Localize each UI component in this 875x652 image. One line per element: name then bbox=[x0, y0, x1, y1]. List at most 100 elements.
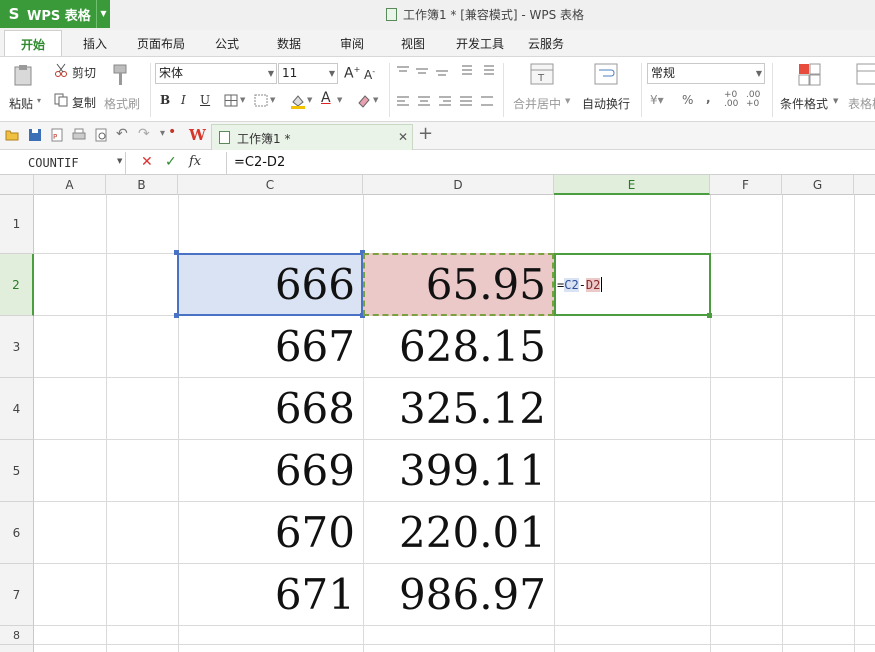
row-header-5[interactable]: 5 bbox=[0, 440, 34, 502]
cell-d2[interactable]: 65.95 bbox=[363, 254, 554, 316]
format-painter-button[interactable]: 格式刷 bbox=[104, 95, 140, 112]
row-header-3[interactable]: 3 bbox=[0, 316, 34, 378]
cell-d6[interactable]: 220.01 bbox=[363, 502, 554, 564]
increase-font-icon[interactable]: A+ bbox=[344, 65, 360, 82]
column-header-d[interactable]: D bbox=[363, 175, 554, 195]
select-all-corner[interactable] bbox=[0, 175, 34, 195]
formula-input[interactable]: =C2-D2 bbox=[226, 152, 875, 174]
paste-icon[interactable] bbox=[12, 63, 34, 87]
increase-decimal-icon[interactable]: +0.00 bbox=[724, 91, 738, 109]
paste-button[interactable]: 粘贴 bbox=[9, 95, 33, 112]
column-header-b[interactable]: B bbox=[106, 175, 178, 195]
font-name-select[interactable]: 宋体 ▼ bbox=[155, 63, 277, 84]
fill-handle[interactable] bbox=[707, 313, 712, 318]
row-header-7[interactable]: 7 bbox=[0, 564, 34, 626]
number-format-select[interactable]: 常规 ▼ bbox=[647, 63, 765, 84]
copy-button[interactable]: 复制 bbox=[72, 94, 96, 111]
decrease-decimal-icon[interactable]: .00 +0 bbox=[746, 91, 760, 109]
column-header-e[interactable]: E bbox=[554, 175, 710, 195]
wrap-text-icon[interactable] bbox=[594, 63, 618, 85]
new-tab-icon[interactable]: + bbox=[418, 123, 433, 144]
tab-page-layout[interactable]: 页面布局 bbox=[130, 30, 192, 56]
redo-icon[interactable]: ↷ bbox=[138, 126, 150, 142]
column-header-f[interactable]: F bbox=[710, 175, 782, 195]
italic-icon[interactable]: I bbox=[181, 93, 186, 107]
scissors-icon[interactable] bbox=[54, 63, 68, 77]
tab-review[interactable]: 审阅 bbox=[330, 30, 374, 56]
row-header-1[interactable]: 1 bbox=[0, 195, 34, 254]
table-style-icon[interactable] bbox=[856, 63, 875, 87]
chevron-down-icon[interactable]: ▼ bbox=[96, 0, 110, 28]
table-style-button[interactable]: 表格样 bbox=[848, 95, 875, 112]
decrease-font-icon[interactable]: A- bbox=[364, 67, 375, 82]
name-box[interactable]: COUNTIF bbox=[0, 152, 126, 174]
tab-developer[interactable]: 开发工具 bbox=[449, 30, 511, 56]
print-preview-icon[interactable] bbox=[94, 128, 108, 142]
chevron-down-icon[interactable]: ▼ bbox=[270, 96, 275, 104]
percent-icon[interactable]: % bbox=[682, 93, 693, 107]
row-header-2[interactable]: 2 bbox=[0, 254, 34, 316]
merge-center-button[interactable]: 合并居中 bbox=[513, 95, 561, 112]
currency-format-icon[interactable]: ¥▾ bbox=[650, 93, 664, 107]
row-header-8[interactable]: 8 bbox=[0, 626, 34, 645]
chevron-down-icon[interactable]: ▼ bbox=[307, 96, 312, 104]
chevron-down-icon[interactable]: ▼ bbox=[373, 96, 378, 104]
row-header-6[interactable]: 6 bbox=[0, 502, 34, 564]
row-header-4[interactable]: 4 bbox=[0, 378, 34, 440]
marker-icon[interactable]: • bbox=[168, 124, 176, 140]
undo-icon[interactable]: ↶ bbox=[116, 126, 128, 142]
cell-c3[interactable]: 667 bbox=[178, 316, 363, 378]
font-color-icon[interactable]: A bbox=[321, 90, 331, 106]
app-menu-button[interactable]: S WPS 表格 ▼ bbox=[0, 0, 110, 28]
confirm-icon[interactable]: ✓ bbox=[165, 154, 177, 170]
thousands-separator-icon[interactable]: , bbox=[706, 91, 711, 105]
tab-home[interactable]: 开始 bbox=[4, 30, 62, 56]
font-size-select[interactable]: 11 ▼ bbox=[278, 63, 338, 84]
merge-borders-icon[interactable] bbox=[254, 94, 268, 107]
print-icon[interactable] bbox=[72, 128, 86, 142]
cell-d3[interactable]: 628.15 bbox=[363, 316, 554, 378]
document-tab[interactable]: 工作簿1 * ✕ bbox=[211, 124, 413, 150]
close-icon[interactable]: ✕ bbox=[398, 130, 408, 144]
export-pdf-icon[interactable]: P bbox=[50, 128, 64, 142]
insert-function-button[interactable]: fx bbox=[189, 154, 201, 169]
copy-icon[interactable] bbox=[54, 93, 68, 107]
cell-c6[interactable]: 670 bbox=[178, 502, 363, 564]
indent-icons[interactable] bbox=[458, 64, 498, 78]
conditional-format-icon[interactable] bbox=[798, 63, 822, 87]
cell-d5[interactable]: 399.11 bbox=[363, 440, 554, 502]
merge-center-icon[interactable]: T bbox=[530, 63, 554, 85]
active-cell-e2[interactable]: =C2-D2 bbox=[554, 253, 711, 316]
fill-color-icon[interactable] bbox=[290, 93, 306, 109]
conditional-format-button[interactable]: 条件格式 bbox=[780, 95, 828, 112]
tab-formulas[interactable]: 公式 bbox=[206, 30, 248, 56]
bold-icon[interactable]: B bbox=[160, 93, 170, 107]
cut-button[interactable]: 剪切 bbox=[72, 64, 96, 81]
open-folder-icon[interactable] bbox=[5, 129, 19, 141]
chevron-down-icon[interactable]: ▼ bbox=[337, 96, 342, 104]
borders-icon[interactable] bbox=[224, 94, 238, 107]
cell-c7[interactable]: 671 bbox=[178, 564, 363, 626]
customize-toolbar-icon[interactable]: ▾ bbox=[160, 128, 165, 139]
column-header-g[interactable]: G bbox=[782, 175, 854, 195]
cancel-icon[interactable]: ✕ bbox=[141, 154, 153, 170]
underline-icon[interactable]: U bbox=[200, 93, 210, 107]
column-header-a[interactable]: A bbox=[34, 175, 106, 195]
tab-cloud-services[interactable]: 云服务 bbox=[521, 30, 571, 56]
chevron-down-icon[interactable]: ▼ bbox=[833, 97, 838, 105]
tab-insert[interactable]: 插入 bbox=[72, 30, 118, 56]
column-header-c[interactable]: C bbox=[178, 175, 363, 195]
save-icon[interactable] bbox=[28, 128, 42, 142]
cell-c5[interactable]: 669 bbox=[178, 440, 363, 502]
chevron-down-icon[interactable]: ▼ bbox=[117, 157, 122, 165]
tab-data[interactable]: 数据 bbox=[267, 30, 311, 56]
cell-c4[interactable]: 668 bbox=[178, 378, 363, 440]
paste-dropdown-arrow[interactable]: ▾ bbox=[37, 96, 41, 105]
cell-d4[interactable]: 325.12 bbox=[363, 378, 554, 440]
chevron-down-icon[interactable]: ▼ bbox=[565, 97, 570, 105]
format-painter-icon[interactable] bbox=[110, 63, 132, 87]
cell-d7[interactable]: 986.97 bbox=[363, 564, 554, 626]
clear-format-icon[interactable] bbox=[355, 93, 371, 109]
tab-view[interactable]: 视图 bbox=[391, 30, 435, 56]
cell-editor[interactable]: =C2-D2 bbox=[557, 277, 603, 293]
